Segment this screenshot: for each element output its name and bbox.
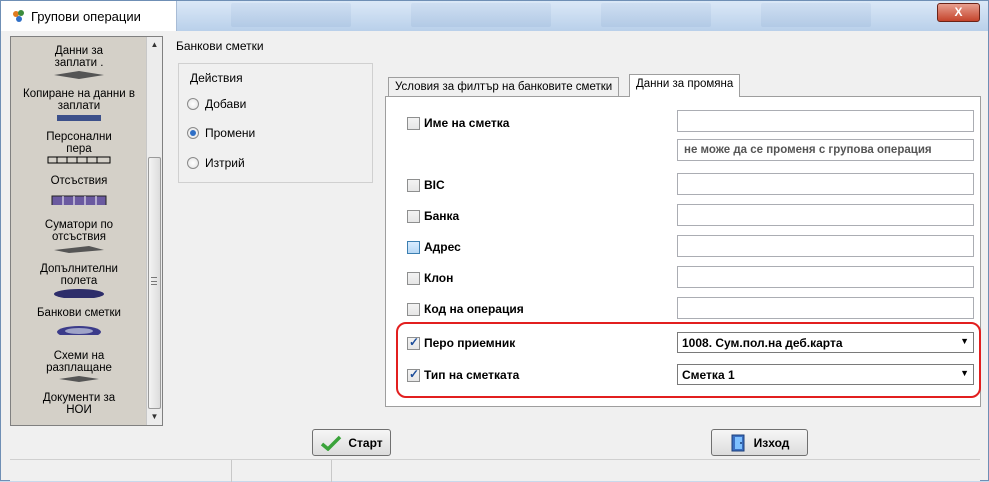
sidebar-scrollbar[interactable]: ▲ ▼ [146,37,162,425]
sidebar-item-bank-accounts[interactable]: Банкови сметки [11,307,147,335]
personal-items-icon [47,156,111,164]
bank-accounts-icon [57,326,101,335]
sidebar-item-label: Допълнителни полета [40,263,118,287]
sidebar-item-absences[interactable]: Отсъствия [11,175,147,205]
bank-label: Банка [424,209,460,223]
sidebar-item-label: Схеми на разплащане [46,350,112,374]
bic-label: BIC [424,178,445,192]
sidebar-item-payment-schemes[interactable]: Схеми на разплащане [11,350,147,385]
status-bar [10,459,980,482]
status-cell [10,460,232,482]
bank-input[interactable] [677,204,974,226]
bic-row[interactable]: BIC [407,177,445,193]
background-window-ghost [761,3,871,27]
group-title: Банкови сметки [176,39,264,53]
start-label: Старт [348,435,383,450]
radio-add[interactable]: Добави [187,96,246,112]
tab-filter-conditions[interactable]: Условия за филтър на банковите сметки [388,77,620,97]
sidebar-item-copy-payroll[interactable]: Копиране на данни в заплати [11,88,147,123]
bank-row[interactable]: Банка [407,208,459,224]
account-name-label: Име на сметка [424,116,510,130]
sidebar-item-personal-items[interactable]: Персонални пера [11,131,147,166]
checkmark-icon [321,435,342,451]
radio-delete[interactable]: Изтрий [187,155,245,171]
sidebar-item-label: Данни за заплати . [54,45,104,69]
sidebar-item-absence-summators[interactable]: Суматори по отсъствия [11,219,147,254]
title-bar: Групови операции X [1,1,988,31]
sidebar-item-label: Банкови сметки [37,307,121,319]
background-window-ghost [411,3,551,27]
background-window-ghost [601,3,711,27]
bic-input[interactable] [677,173,974,195]
branch-label: Клон [424,271,454,285]
operation-code-input[interactable] [677,297,974,319]
operation-code-label: Код на операция [424,302,524,316]
account-name-input[interactable] [677,110,974,132]
sidebar-item-label: Персонални пера [46,131,112,155]
radio-label: Изтрий [205,156,245,170]
sidebar-item-label: Суматори по отсъствия [44,219,114,243]
sidebar: Данни за заплати . Копиране на данни в з… [10,36,163,426]
bank-checkbox[interactable] [407,209,420,223]
scroll-grip-icon [151,277,157,285]
additional-fields-icon [54,289,104,298]
app-icon [13,10,24,22]
highlight-annotation [396,322,981,398]
radio-label: Промени [205,126,256,140]
radio-circle-icon[interactable] [187,98,199,110]
exit-label: Изход [753,435,790,450]
radio-modify[interactable]: Промени [187,125,255,141]
window-title: Групови операции [31,9,141,24]
exit-door-icon [731,434,745,451]
branch-row[interactable]: Клон [407,270,453,286]
radio-label: Добави [205,97,247,111]
sidebar-item-label: Копиране на данни в заплати [23,88,135,112]
address-row[interactable]: Адрес [407,239,461,255]
exit-button[interactable]: Изход [711,429,808,456]
start-button[interactable]: Старт [312,429,391,456]
tab-change-data[interactable]: Данни за промяна [629,74,741,97]
title-tab: Групови операции [1,1,177,31]
sidebar-item-payroll-data[interactable]: Данни за заплати . [11,45,147,80]
absences-icon [51,195,107,205]
account-name-hint-field: не може да се променя с групова операция [677,139,974,161]
close-button[interactable]: X [937,3,980,22]
branch-input[interactable] [677,266,974,288]
account-name-checkbox[interactable] [407,116,420,130]
operation-code-row[interactable]: Код на операция [407,301,524,317]
operation-code-checkbox[interactable] [407,302,420,316]
branch-checkbox[interactable] [407,271,420,285]
main-window: Групови операции X Данни за заплати . Ко… [0,0,989,482]
address-checkbox[interactable] [407,240,420,254]
radio-circle-icon[interactable] [187,157,199,169]
sidebar-item-label: Документи за НОИ [42,392,116,416]
payment-schemes-icon [59,376,99,382]
address-input[interactable] [677,235,974,257]
sidebar-item-label: Отсъствия [50,175,108,187]
radio-selected-icon[interactable] [187,127,199,139]
scroll-down-arrow-icon[interactable]: ▼ [147,409,162,425]
background-window-ghost [231,3,351,27]
sidebar-item-noi-documents[interactable]: Документи за НОИ [11,392,147,416]
absence-summators-icon [54,246,104,253]
scroll-up-arrow-icon[interactable]: ▲ [147,37,162,53]
account-name-row[interactable]: Име на сметка [407,115,509,131]
address-label: Адрес [424,240,461,254]
sidebar-item-additional-fields[interactable]: Допълнителни полета [11,263,147,298]
status-cell [232,460,332,482]
bic-checkbox[interactable] [407,178,420,192]
actions-legend: Действия [190,71,243,85]
payroll-data-icon [54,71,104,79]
copy-payroll-icon [57,115,101,121]
